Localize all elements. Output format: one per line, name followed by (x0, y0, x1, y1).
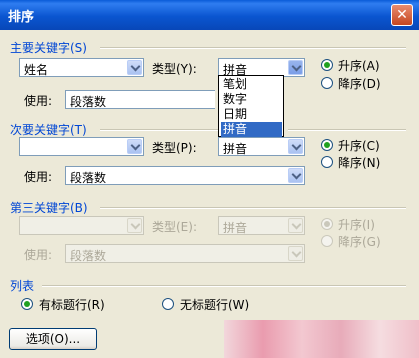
dropdown-option[interactable]: 数字 (221, 92, 282, 107)
tertiary-type-label: 类型(E): (152, 220, 197, 234)
primary-ascending-radio[interactable] (321, 59, 333, 71)
chevron-down-icon (130, 140, 141, 151)
secondary-use-dropdown-button[interactable] (288, 168, 303, 183)
tertiary-use-select: 段落数 (65, 244, 305, 263)
with-header-row-label: 有标题行(R) (39, 298, 105, 312)
tertiary-type-dropdown-button (288, 218, 303, 233)
tertiary-use-dropdown-button (288, 246, 303, 261)
primary-type-dropdown-button[interactable] (288, 60, 303, 75)
tertiary-key-label: 第三关键字(B) (10, 201, 88, 215)
secondary-type-label: 类型(P): (152, 141, 197, 155)
chevron-down-icon (291, 247, 302, 258)
primary-key-select[interactable]: 姓名 (19, 58, 144, 77)
list-separator (42, 285, 406, 287)
primary-separator (100, 47, 406, 49)
tertiary-type-value: 拼音 (223, 221, 248, 235)
sort-dialog: 排序 ✕ 主要关键字(S) 姓名 类型(Y): 拼音 使用: 段落数 升序(A)… (0, 0, 419, 358)
secondary-key-dropdown-button[interactable] (127, 139, 142, 154)
dropdown-option-selected[interactable]: 拼音 (221, 122, 282, 137)
secondary-type-value: 拼音 (223, 142, 248, 156)
tertiary-key-dropdown-button (127, 218, 142, 233)
tertiary-use-value: 段落数 (70, 249, 107, 263)
list-group-label: 列表 (10, 279, 35, 293)
chevron-down-icon (291, 219, 302, 230)
with-header-row-radio[interactable] (21, 298, 33, 310)
secondary-ascending-label: 升序(C) (338, 139, 380, 153)
primary-use-label: 使用: (24, 94, 53, 108)
primary-descending-radio[interactable] (321, 77, 333, 89)
secondary-use-value: 段落数 (70, 171, 107, 185)
close-button[interactable]: ✕ (391, 4, 413, 26)
tertiary-ascending-label: 升序(I) (338, 218, 375, 232)
tertiary-key-select (19, 216, 144, 235)
secondary-type-dropdown-button[interactable] (288, 139, 303, 154)
secondary-key-select[interactable] (19, 137, 144, 156)
primary-descending-label: 降序(D) (338, 77, 381, 91)
primary-key-dropdown-button[interactable] (127, 60, 142, 75)
secondary-type-select[interactable]: 拼音 (218, 137, 305, 156)
chevron-down-icon (291, 169, 302, 180)
secondary-descending-label: 降序(N) (338, 156, 381, 170)
chevron-down-icon (130, 219, 141, 230)
tertiary-ascending-radio (321, 218, 333, 230)
primary-key-value: 姓名 (24, 63, 49, 77)
dropdown-option[interactable]: 日期 (221, 107, 282, 122)
type-dropdown-list[interactable]: 笔划 数字 日期 拼音 (218, 75, 284, 137)
dropdown-option[interactable]: 笔划 (221, 77, 282, 92)
primary-use-select[interactable]: 段落数 (65, 90, 215, 109)
primary-use-value: 段落数 (70, 95, 107, 109)
no-header-row-label: 无标题行(W) (180, 298, 250, 312)
secondary-descending-radio[interactable] (321, 156, 333, 168)
secondary-separator (100, 129, 218, 131)
tertiary-use-label: 使用: (24, 248, 53, 262)
options-button[interactable]: 选项(O)... (9, 328, 97, 350)
primary-type-label: 类型(Y): (152, 62, 197, 76)
secondary-use-label: 使用: (24, 170, 53, 184)
secondary-key-label: 次要关键字(T) (10, 123, 87, 137)
primary-ascending-label: 升序(A) (338, 59, 380, 73)
secondary-ascending-radio[interactable] (321, 139, 333, 151)
close-icon: ✕ (396, 7, 408, 23)
secondary-use-select[interactable]: 段落数 (65, 166, 305, 185)
tertiary-separator (100, 207, 406, 209)
title-bar[interactable]: 排序 ✕ (0, 0, 419, 30)
tertiary-descending-label: 降序(G) (338, 235, 381, 249)
obscured-buttons-area (224, 320, 419, 358)
tertiary-descending-radio (321, 235, 333, 247)
tertiary-type-select: 拼音 (218, 216, 305, 235)
primary-key-label: 主要关键字(S) (10, 41, 87, 55)
secondary-separator-right (288, 129, 406, 131)
chevron-down-icon (130, 61, 141, 72)
no-header-row-radio[interactable] (162, 298, 174, 310)
dialog-title: 排序 (8, 10, 35, 25)
chevron-down-icon (291, 140, 302, 151)
chevron-down-icon (291, 61, 302, 72)
